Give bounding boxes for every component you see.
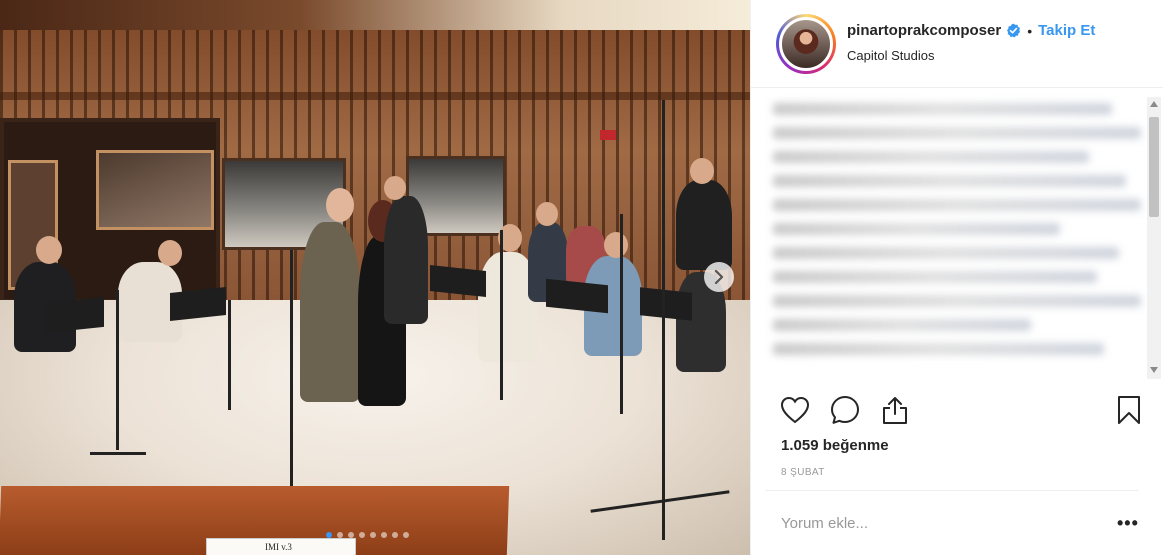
likes-count[interactable]: 1.059 beğenme	[781, 437, 889, 454]
bookmark-icon	[1118, 396, 1140, 424]
carousel-next-button[interactable]	[704, 262, 734, 292]
carousel-dot	[326, 532, 332, 538]
musician	[384, 196, 428, 324]
username-link[interactable]: pinartoprakcomposer	[847, 22, 1001, 39]
caption-area	[751, 89, 1163, 385]
person-standing	[300, 222, 360, 402]
musician	[676, 180, 732, 270]
username-row: pinartoprakcomposer • Takip Et	[847, 22, 1095, 39]
carousel-dot	[392, 532, 398, 538]
carousel-indicator	[326, 532, 409, 538]
boom-mic-stand	[662, 100, 665, 540]
carousel-dot	[359, 532, 365, 538]
carousel-dot	[348, 532, 354, 538]
mic-stand	[620, 214, 623, 414]
comment-button[interactable]	[829, 394, 861, 426]
scroll-up-arrow-icon[interactable]	[1150, 101, 1158, 107]
scroll-down-arrow-icon[interactable]	[1150, 367, 1158, 373]
follow-button[interactable]: Takip Et	[1038, 22, 1095, 39]
heart-outline-icon	[780, 396, 810, 424]
carousel-dot	[370, 532, 376, 538]
score-sheet: IMI v.3	[206, 538, 356, 555]
action-bar	[751, 388, 1163, 432]
post-header: pinartoprakcomposer • Takip Et Capitol S…	[751, 0, 1163, 88]
like-button[interactable]	[779, 394, 811, 426]
scroll-thumb[interactable]	[1149, 117, 1159, 217]
music-stand	[44, 296, 104, 334]
post-side-panel: pinartoprakcomposer • Takip Et Capitol S…	[750, 0, 1163, 555]
comment-bubble-icon	[831, 396, 859, 424]
carousel-dot	[337, 532, 343, 538]
avatar[interactable]	[776, 14, 836, 74]
save-button[interactable]	[1113, 394, 1145, 426]
post-photo[interactable]: IMI v.3	[0, 0, 750, 555]
musician-head	[536, 202, 558, 226]
musician-head	[604, 232, 628, 258]
header-separator: •	[1027, 22, 1033, 39]
share-upload-icon	[883, 397, 907, 424]
location-link[interactable]: Capitol Studios	[847, 48, 934, 63]
musician-head	[36, 236, 62, 264]
chevron-right-icon	[714, 270, 724, 284]
verified-badge-icon	[1007, 23, 1021, 38]
comment-input[interactable]	[781, 515, 1081, 532]
booth-window	[96, 150, 214, 230]
musician-head	[690, 158, 714, 184]
avatar-image	[779, 17, 833, 71]
carousel-dot	[381, 532, 387, 538]
blurred-caption	[773, 103, 1141, 373]
carousel-dot	[403, 532, 409, 538]
more-options-button[interactable]: •••	[1117, 513, 1139, 534]
mic-stand	[228, 300, 231, 410]
music-stand	[170, 287, 226, 321]
share-button[interactable]	[879, 394, 911, 426]
mic-stand	[500, 230, 503, 400]
musician-head	[158, 240, 182, 266]
music-stand	[640, 287, 692, 321]
caption-scrollbar[interactable]	[1147, 97, 1161, 379]
person-head	[326, 188, 354, 222]
exit-sign	[600, 130, 616, 140]
mic-stand-base	[90, 452, 146, 455]
wall-band	[0, 92, 750, 100]
mic-stand	[116, 290, 119, 450]
comment-section: •••	[765, 490, 1139, 555]
musician-head	[384, 176, 406, 200]
post-date[interactable]: 8 ŞUBAT	[781, 467, 825, 478]
mic-stand	[290, 250, 293, 486]
studio-ceiling	[0, 0, 750, 30]
